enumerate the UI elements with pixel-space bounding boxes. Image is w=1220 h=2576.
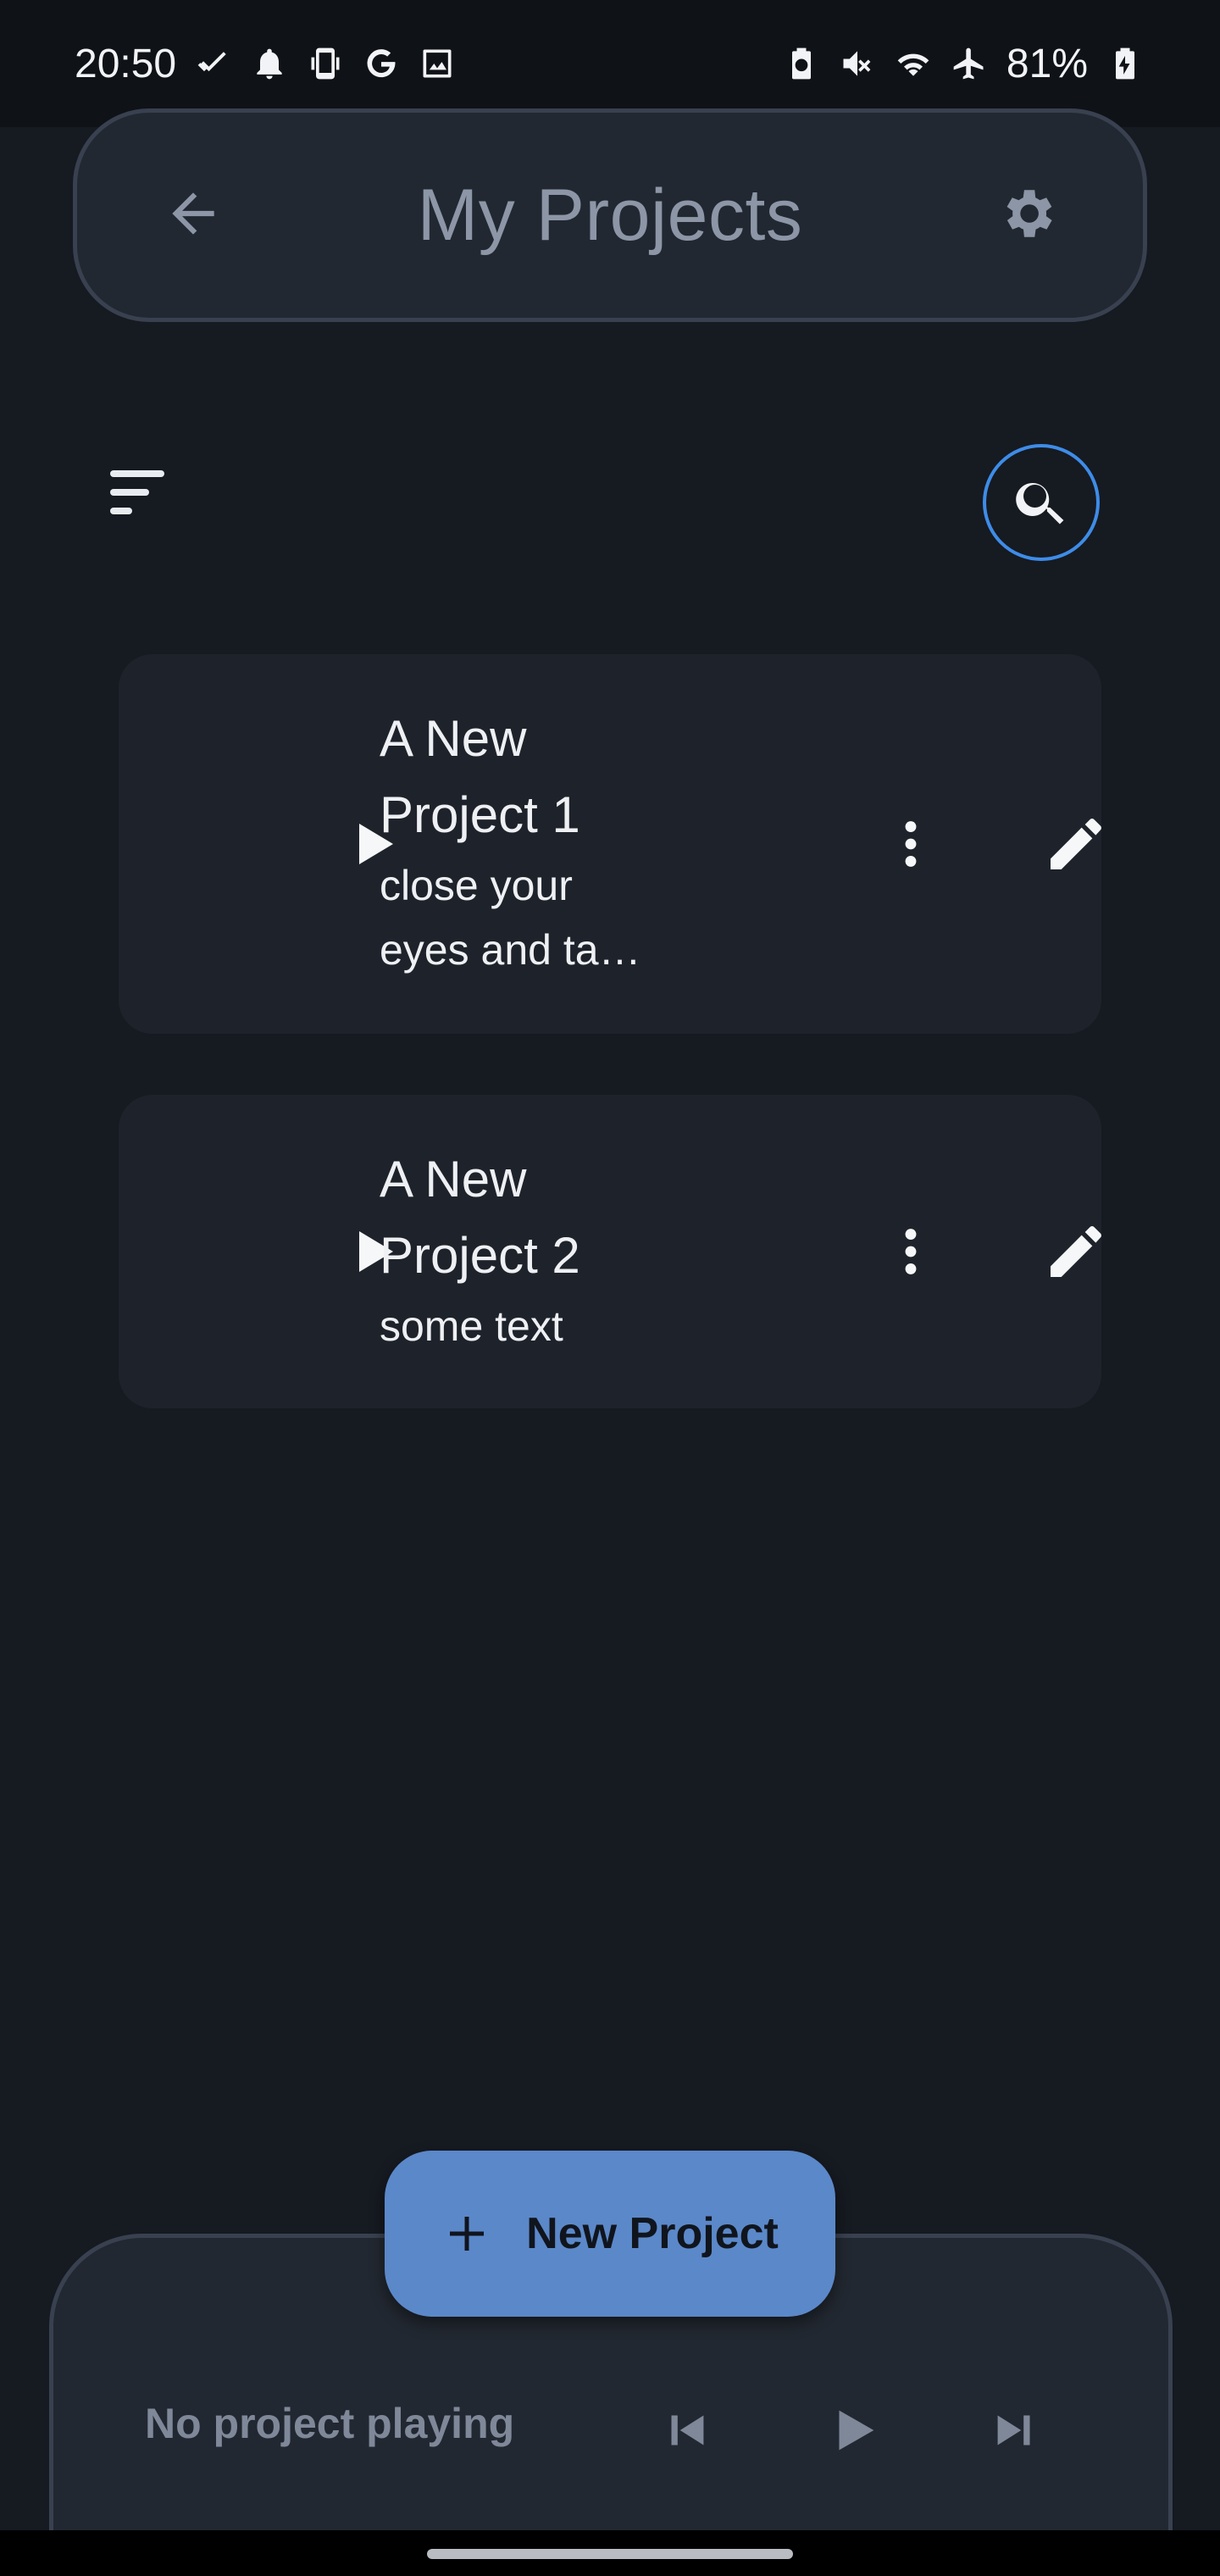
battery-percentage: 81%: [1006, 41, 1088, 86]
new-project-label: New Project: [526, 2209, 779, 2258]
status-time: 20:50: [75, 41, 177, 86]
project-description: some text: [380, 1302, 563, 1350]
project-card[interactable]: A New Project 2 some text: [119, 1095, 1101, 1408]
project-card[interactable]: A New Project 1 close your eyes and ta…: [119, 654, 1101, 1034]
skip-previous-icon[interactable]: [657, 2401, 716, 2460]
more-vertical-icon[interactable]: [881, 1222, 940, 1281]
new-project-button[interactable]: New Project: [385, 2151, 835, 2317]
project-name: A New Project 1: [380, 710, 580, 843]
back-icon[interactable]: [162, 182, 225, 249]
skip-next-icon[interactable]: [985, 2401, 1045, 2460]
sort-icon[interactable]: [110, 470, 178, 530]
project-text: A New Project 1 close your eyes and ta…: [380, 701, 668, 982]
mute-icon: [839, 45, 876, 82]
battery-charging-icon: [1106, 45, 1144, 82]
top-app-bar: My Projects: [73, 108, 1147, 322]
airplane-icon: [951, 45, 988, 82]
page-title: My Projects: [417, 174, 803, 256]
gear-icon[interactable]: [995, 182, 1058, 249]
pencil-icon[interactable]: [1042, 810, 1110, 878]
wifi-icon: [895, 45, 932, 82]
play-icon[interactable]: [824, 2401, 884, 2460]
search-button[interactable]: [983, 444, 1100, 561]
project-name: A New Project 2: [380, 1151, 580, 1284]
player-status: No project playing: [145, 2400, 515, 2447]
search-icon: [1011, 472, 1072, 533]
battery-saver-icon: [783, 45, 820, 82]
more-vertical-icon[interactable]: [881, 814, 940, 874]
image-icon: [419, 45, 456, 82]
project-text: A New Project 2 some text: [380, 1141, 668, 1358]
home-indicator[interactable]: [427, 2549, 793, 2559]
device-icon: [307, 45, 344, 82]
pencil-icon[interactable]: [1042, 1218, 1110, 1285]
check-double-icon: [195, 45, 232, 82]
google-icon: [363, 45, 400, 82]
project-description: close your eyes and ta…: [380, 862, 641, 974]
bell-icon: [251, 45, 288, 82]
plus-icon: [441, 2208, 492, 2259]
